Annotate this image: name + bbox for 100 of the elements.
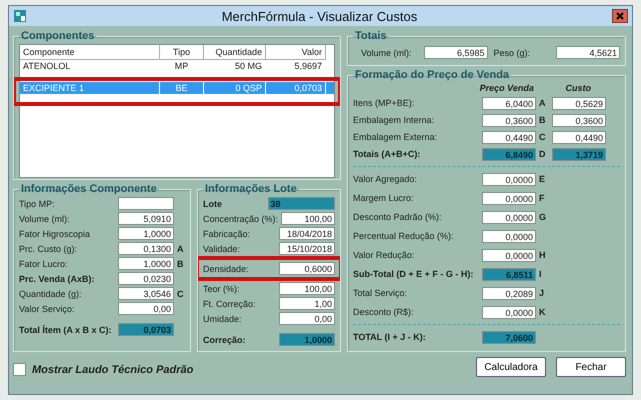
close-button[interactable]	[612, 9, 628, 23]
letter-label: H	[539, 250, 546, 260]
letter-label: C	[539, 132, 546, 142]
input-field[interactable]: 4,5621	[556, 46, 620, 59]
input-field[interactable]	[118, 197, 174, 210]
input-field[interactable]: 0,3600	[552, 114, 606, 126]
input-field[interactable]: 0,1300	[118, 242, 174, 255]
column-header[interactable]: Componente	[20, 45, 160, 60]
window-title: MerchFórmula - Visualizar Custos	[220, 8, 418, 24]
input-field[interactable]: 0,4490	[482, 130, 536, 144]
letter-label: B	[177, 258, 184, 268]
field-label: Concentração (%):	[203, 214, 278, 224]
input-field[interactable]: 0,0230	[118, 272, 174, 285]
column-header[interactable]: Tipo	[160, 45, 204, 60]
letter-label: A	[539, 98, 546, 108]
field-label: Ft. Correção:	[203, 298, 257, 308]
field-label: Total Ítem (A x B x C):	[19, 324, 113, 334]
field-label: Percentual Redução (%):	[353, 231, 455, 241]
field-label: Volume (ml):	[19, 214, 71, 224]
field-label: Correção:	[203, 334, 247, 344]
total-field: 1,3719	[552, 148, 606, 160]
dialog-button[interactable]: Calculadora	[476, 357, 546, 377]
field-label: TOTAL (I + J - K):	[353, 332, 427, 342]
input-field[interactable]: 100,00	[281, 212, 335, 225]
input-field[interactable]: 100,00	[279, 282, 335, 295]
field-label: Valor Agregado:	[353, 174, 418, 184]
field-label: Umidade:	[203, 314, 243, 324]
close-icon	[616, 12, 624, 20]
field-label: Teor (%):	[203, 284, 241, 294]
total-field: 0,0703	[118, 323, 174, 336]
field-label: Desconto (R$):	[353, 307, 415, 317]
letter-label: K	[539, 307, 546, 317]
input-field[interactable]: 0,0000	[482, 248, 536, 262]
list-row[interactable]: ATENOLOL MP 50 MG 5,9697	[20, 60, 334, 72]
field-label: Quantidade (g):	[19, 288, 83, 298]
field-label: Embalagem Interna:	[353, 115, 436, 125]
input-field[interactable]: 15/10/2018	[279, 242, 335, 255]
field-label: Sub-Total (D + E + F - G - H):	[353, 269, 474, 279]
dialog-button[interactable]: Fechar	[556, 357, 626, 377]
input-field[interactable]: 0,0000	[482, 230, 536, 242]
column-header: Custo	[564, 83, 592, 93]
column-header: Preço Venda	[478, 83, 535, 93]
field-label: Fator Lucro:	[19, 258, 69, 268]
column-header[interactable]: Quantidade	[204, 45, 266, 60]
field-label: Valor Serviço:	[19, 304, 76, 314]
input-field[interactable]: 0,0000	[482, 210, 536, 224]
field-label: Valor Redução:	[353, 250, 416, 260]
checkbox[interactable]	[13, 363, 26, 376]
letter-label: C	[177, 288, 184, 298]
group-title: Informações Componente	[20, 184, 158, 195]
group-title: Totais	[354, 31, 388, 42]
field-label: Margem Lucro:	[353, 193, 415, 203]
letter-label: D	[539, 149, 546, 159]
field-label: Embalagem Externa:	[353, 132, 438, 142]
group-title: Componentes	[20, 31, 96, 42]
lot-field: 38	[268, 197, 335, 210]
field-label: Prc. Venda (AxB):	[19, 274, 96, 284]
input-field[interactable]: 6,0400	[482, 96, 536, 110]
input-field[interactable]: 0,4490	[552, 130, 606, 144]
input-field[interactable]: 0,2089	[482, 286, 536, 300]
input-field[interactable]: 0,0000	[482, 192, 536, 204]
group-title: Formação do Preço de Venda	[354, 70, 510, 81]
checkbox-label: Mostrar Laudo Técnico Padrão	[32, 364, 194, 376]
total-field: 7,0600	[482, 330, 536, 344]
field-label: Totais (A+B+C):	[353, 149, 422, 159]
field-label: Desconto Padrão (%):	[353, 212, 443, 222]
total-field: 6,8511	[482, 268, 536, 280]
letter-label: B	[539, 115, 546, 125]
field-label: Volume (ml):	[361, 48, 413, 58]
letter-label: J	[539, 288, 546, 298]
field-label: Lote	[203, 198, 223, 208]
input-field[interactable]: 1,0000	[118, 227, 174, 240]
input-field[interactable]: 0,00	[279, 312, 335, 325]
group-title: Informações Lote	[204, 184, 298, 195]
input-field[interactable]: 0,6000	[279, 262, 335, 275]
field-label: Peso (g):	[494, 48, 532, 58]
total-field: 6,8490	[482, 148, 536, 160]
letter-label: I	[539, 269, 543, 279]
input-field[interactable]: 18/04/2018	[279, 227, 335, 240]
input-field[interactable]: 0,0000	[482, 172, 536, 186]
input-field[interactable]: 0,0000	[482, 306, 536, 318]
input-field[interactable]: 0,00	[118, 302, 174, 315]
column-header[interactable]: Valor	[266, 45, 326, 60]
field-label: Fabricação:	[203, 228, 252, 238]
letter-label: G	[539, 212, 548, 222]
field-label: Prc. Custo (g):	[19, 244, 78, 254]
letter-label: F	[539, 193, 546, 203]
total-field: 1,0000	[279, 333, 335, 346]
field-label: Total Serviço:	[353, 288, 408, 298]
input-field[interactable]: 0,3600	[482, 114, 536, 126]
input-field[interactable]: 1,00	[279, 297, 335, 310]
letter-label: A	[177, 244, 184, 254]
input-field[interactable]: 5,0910	[118, 212, 174, 225]
input-field[interactable]: 3,0546	[118, 287, 174, 300]
input-field[interactable]: 1,0000	[118, 257, 174, 270]
field-label: Tipo MP:	[19, 198, 56, 208]
field-label: Validade:	[203, 244, 241, 254]
input-field[interactable]: 0,5629	[552, 96, 606, 110]
field-label: Itens (MP+BE):	[353, 98, 416, 108]
input-field[interactable]: 6,5985	[424, 46, 488, 59]
